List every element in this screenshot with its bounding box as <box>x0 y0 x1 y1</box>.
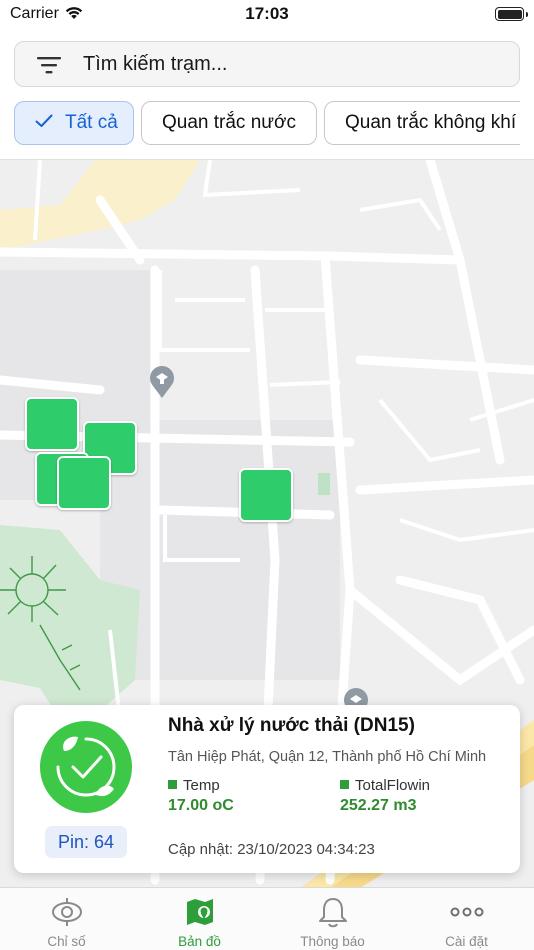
sensor-icon <box>51 898 82 926</box>
station-address: Tân Hiệp Phát, Quận 12, Thành phố Hồ Chí… <box>168 749 487 765</box>
tab-label: Cài đặt <box>445 934 488 949</box>
leaf-check-icon <box>40 721 132 813</box>
sensor-temp: Temp 17.00 oC <box>168 777 234 814</box>
tab-indicators[interactable]: Chỉ số <box>0 888 133 950</box>
chip-air[interactable]: Quan trắc không khí <box>324 101 520 145</box>
chip-water[interactable]: Quan trắc nước <box>141 101 317 145</box>
clock: 17:03 <box>245 4 289 23</box>
battery-icon <box>495 7 528 21</box>
station-marker[interactable] <box>25 397 79 451</box>
chip-all[interactable]: Tất cả <box>14 101 134 145</box>
filter-chips: Tất cả Quan trắc nước Quan trắc không kh… <box>14 101 520 145</box>
station-title: Nhà xử lý nước thải (DN15) <box>168 715 415 736</box>
sensor-dot <box>340 779 349 789</box>
chip-water-label: Quan trắc nước <box>162 112 296 133</box>
sensor-dot <box>168 779 177 789</box>
check-icon <box>35 114 53 127</box>
tab-notifications[interactable]: Thông báo <box>266 888 399 950</box>
bell-icon <box>318 898 347 928</box>
filter-icon[interactable] <box>37 55 61 75</box>
chip-air-label: Quan trắc không khí <box>345 112 517 133</box>
search-input[interactable]: Tìm kiếm trạm... <box>83 53 227 76</box>
tab-map[interactable]: Bản đồ <box>133 888 266 950</box>
more-icon <box>450 907 483 917</box>
search-bar[interactable]: Tìm kiếm trạm... <box>14 41 520 87</box>
tab-label: Bản đồ <box>178 934 221 949</box>
sensor-name: TotalFlowin <box>355 777 431 794</box>
map-pin-icon <box>186 899 213 925</box>
sensor-value: 17.00 oC <box>168 797 234 814</box>
chip-all-label: Tất cả <box>65 112 118 133</box>
station-marker[interactable] <box>57 456 111 510</box>
tab-label: Chỉ số <box>47 934 86 949</box>
battery-badge: Pin: 64 <box>45 826 127 858</box>
station-card[interactable]: Pin: 64 Nhà xử lý nước thải (DN15) Tân H… <box>14 705 520 873</box>
sensor-value: 252.27 m3 <box>340 797 417 814</box>
status-bar: Carrier 17:03 <box>0 0 534 30</box>
tab-label: Thông báo <box>300 934 365 949</box>
updated-timestamp: Cập nhật: 23/10/2023 04:34:23 <box>168 841 375 858</box>
sensor-totalflowin: TotalFlowin 252.27 m3 <box>340 777 431 814</box>
tab-bar: Chỉ số Bản đồ Thông báo Cài đặt <box>0 887 534 950</box>
station-marker[interactable] <box>239 468 293 522</box>
sensor-name: Temp <box>183 777 220 794</box>
tab-settings[interactable]: Cài đặt <box>400 888 533 950</box>
